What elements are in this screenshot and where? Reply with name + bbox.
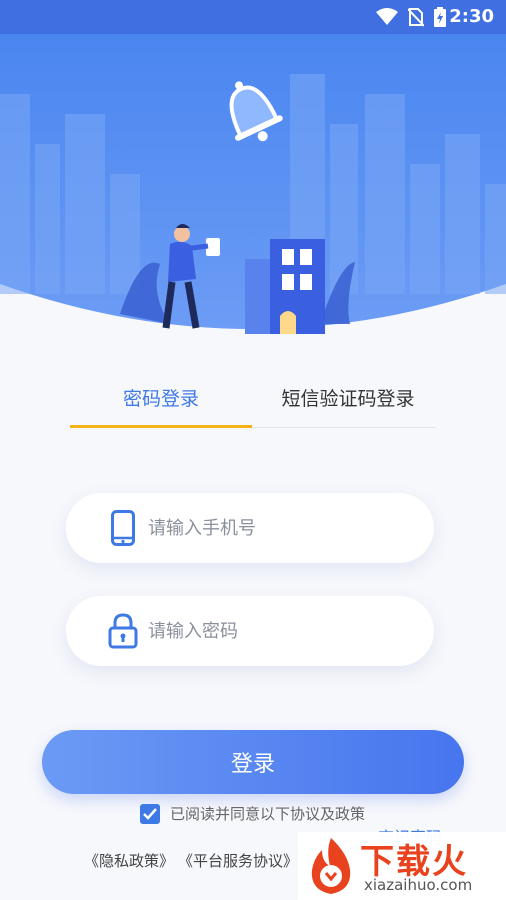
phone-input[interactable] — [148, 517, 408, 539]
password-field — [66, 596, 434, 666]
privacy-policy-link[interactable]: 《隐私政策》 — [84, 850, 174, 871]
flame-logo-icon — [311, 838, 351, 894]
agreement-checkbox[interactable] — [140, 803, 160, 824]
tab-sms-login[interactable]: 短信验证码登录 — [260, 366, 436, 428]
battery-charging-icon — [434, 7, 446, 27]
wifi-icon — [376, 8, 398, 25]
login-button[interactable]: 登录 — [42, 730, 464, 794]
login-tabs: 密码登录 短信验证码登录 — [70, 366, 436, 428]
service-agreement-link[interactable]: 《平台服务协议》 — [178, 850, 298, 871]
tab-password-login[interactable]: 密码登录 — [70, 366, 252, 428]
watermark-site: xiazaihuo.com — [364, 876, 473, 894]
phone-icon — [106, 508, 140, 548]
watermark: 下载火 xiazaihuo.com — [298, 832, 506, 900]
lock-icon — [106, 611, 140, 651]
phone-field — [66, 493, 434, 563]
agreement-text: 已阅读并同意以下协议及政策 — [170, 805, 366, 823]
policy-links: 《隐私政策》 《平台服务协议》 — [84, 850, 298, 871]
hero-illustration — [0, 34, 506, 334]
active-tab-indicator — [70, 425, 252, 428]
check-icon — [143, 807, 157, 820]
agreement-row: 已阅读并同意以下协议及政策 — [140, 803, 365, 824]
status-bar: 2:30 — [0, 0, 506, 34]
status-time: 2:30 — [449, 6, 494, 27]
no-sim-icon — [408, 8, 424, 27]
status-icons — [376, 7, 446, 27]
password-input[interactable] — [148, 620, 408, 642]
